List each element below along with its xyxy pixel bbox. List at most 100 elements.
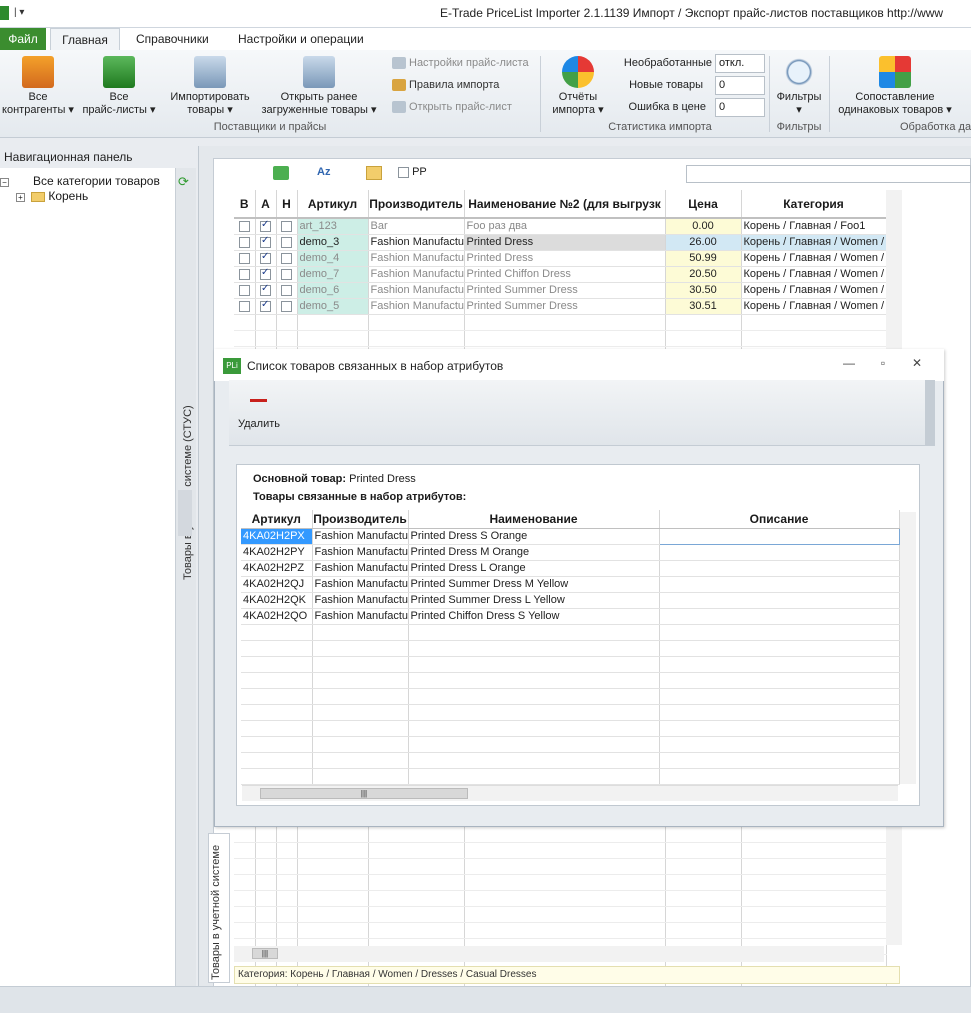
sort-icon[interactable]: Az	[317, 166, 333, 180]
maker-cell[interactable]: Bar	[368, 218, 465, 235]
n-checkbox-cell[interactable]	[276, 250, 298, 267]
close-button[interactable]: ✕	[906, 356, 928, 374]
category-cell[interactable]: Корень / Главная / Foo1	[741, 218, 887, 235]
stat-new-field[interactable]: 0	[715, 76, 765, 95]
price-cell[interactable]: 20.50	[665, 266, 742, 283]
linked-article-cell[interactable]: 4KA02H2PY	[241, 544, 313, 561]
pp-check[interactable]	[398, 166, 409, 178]
linked-row[interactable]: 4KA02H2PX Fashion Manufactur Printed Dress…	[241, 527, 900, 545]
a-checkbox-cell[interactable]	[255, 282, 277, 299]
tab-settings[interactable]: Настройки и операции	[226, 28, 376, 50]
linked-row[interactable]: 4KA02H2QJ Fashion Manufactur Printed Summe…	[241, 576, 900, 593]
linked-maker-cell[interactable]: Fashion Manufactur	[312, 608, 409, 625]
linked-row[interactable]: 4KA02H2PZ Fashion Manufactur Printed Dress…	[241, 560, 900, 577]
maker-cell[interactable]: Fashion Manufactur	[368, 298, 465, 315]
n-checkbox-cell[interactable]	[276, 266, 298, 283]
linked-column-header[interactable]: Описание	[659, 510, 900, 529]
checkbox[interactable]	[281, 300, 292, 312]
checkbox[interactable]	[260, 267, 271, 280]
checkbox[interactable]	[260, 235, 271, 248]
category-cell[interactable]: Корень / Главная / Women /	[741, 234, 887, 251]
tree-node-all-categories[interactable]: − Все категории товаров	[0, 174, 160, 188]
folder-open-icon[interactable]	[366, 166, 382, 180]
open-pricelist-button[interactable]: Открыть прайс-лист	[392, 101, 512, 114]
dialog-vertical-scrollbar[interactable]	[900, 512, 916, 784]
checkbox[interactable]	[238, 268, 250, 280]
tree-node-root[interactable]: + Корень	[16, 189, 88, 203]
linked-name-cell[interactable]: Printed Dress S Orange	[408, 528, 660, 545]
b-checkbox-cell[interactable]	[234, 234, 256, 251]
a-checkbox-cell[interactable]	[255, 234, 277, 251]
maker-cell[interactable]: Fashion Manufactur	[368, 250, 465, 267]
checkbox[interactable]	[238, 220, 250, 232]
name-cell[interactable]: Printed Chiffon Dress	[464, 266, 666, 283]
linked-row[interactable]: 4KA02H2QK Fashion Manufactur Printed Summe…	[241, 592, 900, 609]
column-header[interactable]: Артикул	[297, 190, 369, 219]
stat-unprocessed-field[interactable]: откл.	[715, 54, 765, 73]
category-cell[interactable]: Корень / Главная / Women /	[741, 282, 887, 299]
checkbox[interactable]	[281, 252, 292, 264]
minimize-button[interactable]: —	[838, 356, 860, 374]
article-cell[interactable]: demo_5	[297, 298, 369, 315]
side-tab-label[interactable]: Товары в учетной системе (СТУС)	[182, 390, 198, 580]
export-icon[interactable]	[273, 166, 289, 180]
n-checkbox-cell[interactable]	[276, 218, 298, 235]
linked-article-cell[interactable]: 4KA02H2QJ	[241, 576, 313, 593]
article-cell[interactable]: art_123	[297, 218, 369, 235]
price-cell[interactable]: 50.99	[665, 250, 742, 267]
compare-same-button[interactable]: Сопоставление одинаковых товаров ▾	[832, 56, 958, 117]
linked-name-cell[interactable]: Printed Summer Dress M Yellow	[408, 576, 660, 593]
refresh-icon[interactable]: ⟳	[178, 174, 193, 189]
linked-desc-cell[interactable]	[659, 576, 900, 593]
import-goods-button[interactable]: Импортировать товары ▾	[164, 56, 256, 117]
checkbox[interactable]	[281, 284, 292, 296]
a-checkbox-cell[interactable]	[255, 250, 277, 267]
main-horizontal-scrollbar[interactable]: |||	[234, 946, 884, 962]
article-cell[interactable]: demo_4	[297, 250, 369, 267]
toolbar-scroll[interactable]	[925, 380, 935, 446]
table-row[interactable]: demo_6Fashion ManufacturPrinted Summer D…	[234, 282, 887, 299]
dialog-scroll-thumb[interactable]: |||	[260, 788, 468, 799]
stat-price-error-field[interactable]: 0	[715, 98, 765, 117]
linked-article-cell[interactable]: 4KA02H2QK	[241, 592, 313, 609]
collapse-icon[interactable]: −	[0, 178, 9, 187]
column-header[interactable]: Н	[276, 190, 298, 219]
article-cell[interactable]: demo_3	[297, 234, 369, 251]
a-checkbox-cell[interactable]	[255, 298, 277, 315]
linked-name-cell[interactable]: Printed Dress M Orange	[408, 544, 660, 561]
checkbox[interactable]	[281, 220, 292, 232]
splitter-grip[interactable]	[178, 490, 192, 536]
all-contractors-button[interactable]: Все контрагенты ▾	[0, 56, 76, 117]
quick-access-icon[interactable]: | ▾	[14, 7, 30, 21]
checkbox[interactable]	[238, 236, 250, 248]
name-cell[interactable]: Printed Dress	[464, 234, 666, 251]
linked-column-header[interactable]: Наименование	[408, 510, 660, 529]
checkbox[interactable]	[281, 236, 292, 248]
category-cell[interactable]: Корень / Главная / Women /	[741, 298, 887, 315]
price-cell[interactable]: 30.51	[665, 298, 742, 315]
linked-desc-cell[interactable]	[659, 608, 900, 625]
checkbox[interactable]	[260, 299, 271, 312]
linked-maker-cell[interactable]: Fashion Manufactur	[312, 560, 409, 577]
column-header[interactable]: Наименование №2 (для выгрузк	[464, 190, 666, 219]
maker-cell[interactable]: Fashion Manufactur	[368, 266, 465, 283]
linked-name-cell[interactable]: Printed Chiffon Dress S Yellow	[408, 608, 660, 625]
linked-row[interactable]: 4KA02H2QO Fashion Manufactur Printed Chiff…	[241, 608, 900, 625]
table-row[interactable]: demo_4Fashion ManufacturPrinted Dress50.…	[234, 250, 887, 267]
linked-desc-cell[interactable]	[659, 560, 900, 577]
expand-icon[interactable]: +	[16, 193, 25, 202]
linked-article-cell[interactable]: 4KA02H2QO	[241, 608, 313, 625]
maker-cell[interactable]: Fashion Manufactur	[368, 234, 465, 251]
b-checkbox-cell[interactable]	[234, 266, 256, 283]
open-loaded-button[interactable]: Открыть ранее загруженные товары ▾	[256, 56, 382, 117]
checkbox[interactable]	[260, 219, 271, 232]
checkbox[interactable]	[260, 251, 271, 264]
table-row[interactable]: demo_7Fashion ManufacturPrinted Chiffon …	[234, 266, 887, 283]
checkbox[interactable]	[238, 252, 250, 264]
category-cell[interactable]: Корень / Главная / Women /	[741, 250, 887, 267]
price-cell[interactable]: 30.50	[665, 282, 742, 299]
linked-column-header[interactable]: Производитель	[312, 510, 409, 529]
name-cell[interactable]: Foo раз два	[464, 218, 666, 235]
linked-desc-cell[interactable]	[659, 592, 900, 609]
n-checkbox-cell[interactable]	[276, 298, 298, 315]
